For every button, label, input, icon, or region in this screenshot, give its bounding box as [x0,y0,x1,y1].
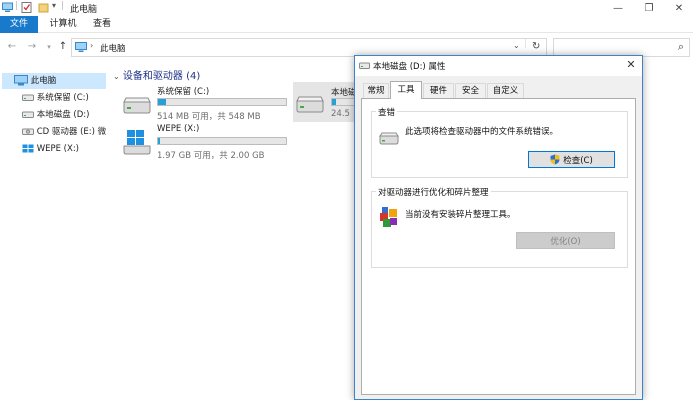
dialog-title: 本地磁盘 (D:) 属性 [373,62,446,72]
drive-icon [296,96,324,113]
chevron-down-icon: ▾ [47,43,51,51]
group-header[interactable]: ⌄ 设备和驱动器 (4) [113,67,200,82]
back-arrow-icon: ← [7,41,17,52]
optimize-description: 当前没有安装碎片整理工具。 [405,210,516,220]
minimize-button[interactable]: — [603,0,633,16]
sidebar-item-drive-c[interactable]: 系统保留 (C:) [2,90,106,106]
refresh-icon[interactable]: ↻ [532,41,540,52]
restore-icon: ❐ [644,2,654,14]
optimize-button[interactable]: 优化(O) [516,232,615,249]
back-button[interactable]: ← [6,40,18,54]
tab-security[interactable]: 安全 [455,83,486,98]
tab-tools[interactable]: 工具 [390,81,422,99]
properties-dialog: 本地磁盘 (D:) 属性 ✕ 常规 工具 硬件 安全 自定义 查错 此选项将检查… [354,55,643,400]
error-checking-group: 查错 此选项将检查驱动器中的文件系统错误。 检查(C) [371,106,628,178]
tab-view[interactable]: 查看 [88,16,116,33]
drive-space-info: 1.97 GB 可用，共 2.00 GB [157,151,265,161]
tab-file[interactable]: 文件 [0,16,38,33]
group-legend: 查错 [376,106,398,118]
drive-icon [359,62,370,69]
navigation-pane: 此电脑 系统保留 (C:) 本地磁盘 (D:) CD 驱动器 (E:) 微P W… [0,61,107,400]
check-button[interactable]: 检查(C) [528,151,615,168]
windows-drive-icon [123,130,151,155]
drive-space-info: 514 MB 可用，共 548 MB [157,112,261,122]
tab-general[interactable]: 常规 [363,83,389,98]
drive-name: WEPE (X:) [157,124,200,134]
sidebar-item-label: CD 驱动器 (E:) 微P [36,127,106,137]
forward-button[interactable]: → [26,40,38,54]
close-icon: ✕ [674,2,684,14]
check-button-label: 检查(C) [563,155,593,166]
divider: | [15,1,19,11]
up-arrow-icon: ↑ [58,41,68,52]
chevron-down-icon: ⌄ [113,72,120,81]
sidebar-item-drive-d[interactable]: 本地磁盘 (D:) [2,107,106,123]
customize-toolbar-icon[interactable]: ▾ [52,1,56,10]
drive-icon [123,97,151,114]
new-folder-icon[interactable] [38,2,49,13]
drive-tile-c[interactable]: 系统保留 (C:) 514 MB 可用，共 548 MB [118,85,293,123]
maximize-button[interactable]: ❐ [634,0,664,16]
up-button[interactable]: ↑ [57,40,69,54]
breadcrumb-separator-icon: › [90,41,94,50]
dialog-titlebar[interactable]: 本地磁盘 (D:) 属性 ✕ [355,56,642,76]
optimize-group: 对驱动器进行优化和碎片整理 当前没有安装碎片整理工具。 优化(O) [371,186,628,268]
tools-tab-panel: 查错 此选项将检查驱动器中的文件系统错误。 检查(C) 对驱动器进行优化和碎片整… [361,98,636,395]
computer-icon [75,42,87,52]
forward-arrow-icon: → [27,41,37,52]
recent-locations-button[interactable]: ▾ [43,40,55,54]
ribbon-tabs: 文件 计算机 查看 [0,16,693,33]
sidebar-item-drive-x[interactable]: WEPE (X:) [2,141,106,157]
cd-drive-icon [22,128,34,135]
close-icon: ✕ [626,58,636,71]
drive-usage-bar [157,137,287,145]
search-icon: ⌕ [677,40,684,53]
drive-usage-fill [158,99,166,105]
drive-tile-d[interactable]: 本地磁盘 24.5 [293,82,371,122]
tab-customize[interactable]: 自定义 [487,83,524,98]
defrag-icon [380,207,397,227]
sidebar-item-label: 此电脑 [30,76,57,86]
sidebar-item-this-pc[interactable]: 此电脑 [2,73,106,89]
drive-usage-fill [332,99,336,105]
dialog-close-button[interactable]: ✕ [624,58,638,72]
drive-icon [22,111,34,118]
sidebar-item-label: 本地磁盘 (D:) [36,110,90,120]
tab-hardware[interactable]: 硬件 [423,83,454,98]
sidebar-item-drive-e[interactable]: CD 驱动器 (E:) 微P [2,124,106,140]
computer-icon [14,75,28,86]
drive-icon [22,94,34,101]
drive-icon [379,132,399,145]
drive-name: 系统保留 (C:) [157,87,210,97]
address-dropdown-icon[interactable]: ⌄ [513,41,520,50]
drive-space-info: 24.5 [331,109,350,119]
drive-usage-fill [158,138,160,144]
divider: | [61,1,65,11]
sidebar-item-label: 系统保留 (C:) [36,93,89,103]
group-header-label: 设备和驱动器 (4) [122,71,201,82]
group-legend: 对驱动器进行优化和碎片整理 [376,186,491,198]
tab-computer[interactable]: 计算机 [44,16,82,33]
divider: | [524,39,528,49]
close-button[interactable]: ✕ [664,0,693,16]
error-checking-description: 此选项将检查驱动器中的文件系统错误。 [405,127,559,137]
breadcrumb-item[interactable]: 此电脑 [100,42,126,54]
sidebar-item-label: WEPE (X:) [36,144,79,154]
properties-icon[interactable] [21,2,32,13]
drive-usage-bar [157,98,287,106]
computer-icon [2,2,13,12]
windows-drive-icon [22,144,34,153]
window-title: 此电脑 [70,5,98,15]
minimize-icon: — [613,2,623,14]
uac-shield-icon [550,154,560,165]
drive-tile-x[interactable]: WEPE (X:) 1.97 GB 可用，共 2.00 GB [118,123,293,161]
window-titlebar: | ▾ | 此电脑 — ❐ ✕ [0,0,693,16]
